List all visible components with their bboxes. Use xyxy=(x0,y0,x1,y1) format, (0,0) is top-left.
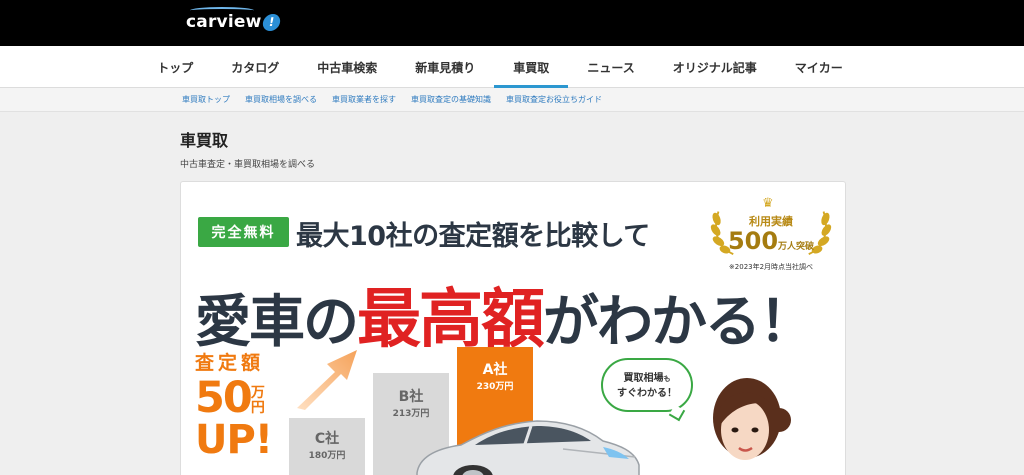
page-title: 車買取 xyxy=(180,131,229,150)
nav-item-catalog[interactable]: カタログ xyxy=(212,46,298,88)
award-number: 500万人突破 xyxy=(727,227,815,255)
page-subtitle: 中古車査定・車買取相場を調べる xyxy=(180,160,316,170)
main-nav: トップ カタログ 中古車検索 新車見積り 車買取 ニュース オリジナル記事 マイ… xyxy=(0,46,1024,88)
sub-nav: 車買取トップ 車買取相場を調べる 車買取業者を探す 車買取査定の基礎知識 車買取… xyxy=(0,88,1024,112)
nav-item-news[interactable]: ニュース xyxy=(568,46,653,88)
logo-badge-icon: ! xyxy=(261,13,282,31)
free-badge: 完全無料 xyxy=(198,217,289,247)
car-illustration xyxy=(416,420,640,475)
woman-photo xyxy=(713,378,791,460)
nav-item-original-articles[interactable]: オリジナル記事 xyxy=(654,46,776,88)
award-note: ※2023年2月時点当社調べ xyxy=(728,263,814,271)
satei-up: UP! xyxy=(195,417,273,463)
headline-part-wakaru: がわかる！ xyxy=(543,290,815,355)
carview-logo[interactable]: carview ! xyxy=(186,7,282,32)
nav-item-new-car-estimate[interactable]: 新車見積り xyxy=(396,46,494,88)
satei-label: 査定額 xyxy=(195,352,265,374)
nav-item-my-car[interactable]: マイカー xyxy=(776,46,862,88)
subnav-link-buyback-top[interactable]: 車買取トップ xyxy=(182,94,230,105)
nav-item-top[interactable]: トップ xyxy=(138,46,212,88)
subnav-link-market-price[interactable]: 車買取相場を調べる xyxy=(245,94,317,105)
satei-up-callout: 査定額 50万円 UP! xyxy=(195,348,273,463)
bar-company-c: C社 180万円 xyxy=(289,418,365,475)
usage-award-badge: ♛ 利用実績 500万人突破 ※2023年2月時点当社調べ xyxy=(706,196,836,282)
site-header: carview ! xyxy=(0,0,1024,46)
subnav-link-guide[interactable]: 車買取査定お役立ちガイド xyxy=(506,94,602,105)
promo-banner[interactable]: 完全無料 最大10社の査定額を比較して 愛車の最高額がわかる！ ♛ 利用実績 5… xyxy=(180,181,846,475)
satei-amount: 50万円 xyxy=(195,373,265,423)
subnav-link-basics[interactable]: 車買取査定の基礎知識 xyxy=(411,94,491,105)
page-header: 車買取 中古車査定・車買取相場を調べる xyxy=(180,127,315,170)
nav-item-car-buyback[interactable]: 車買取 xyxy=(494,46,569,88)
nav-item-used-car-search[interactable]: 中古車検索 xyxy=(298,46,396,88)
banner-headline-compare: 最大10社の査定額を比較して xyxy=(296,221,650,252)
logo-swoosh-icon xyxy=(190,7,254,14)
crown-icon: ♛ xyxy=(762,196,774,211)
speech-bubble: 買取相場も すぐわかる！ xyxy=(601,358,693,412)
subnav-link-find-dealer[interactable]: 車買取業者を探す xyxy=(332,94,396,105)
up-arrow-icon xyxy=(297,350,357,410)
headline-part-saikougaku: 最高額 xyxy=(357,283,545,357)
logo-text: carview xyxy=(186,12,262,32)
